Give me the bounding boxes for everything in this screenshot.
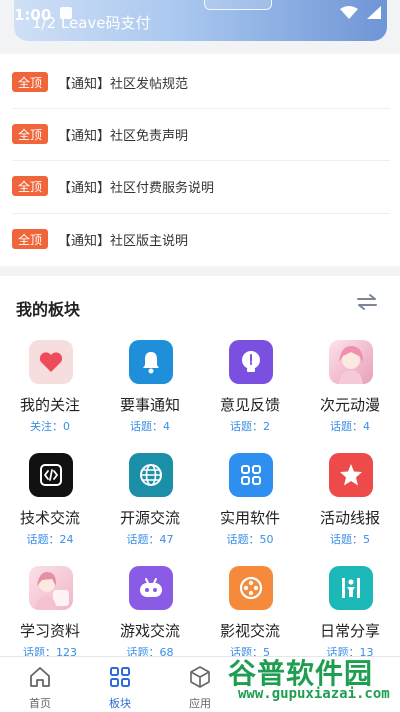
notice-title: 【通知】社区付费服务说明	[58, 180, 215, 196]
board-count: 话题：4	[130, 420, 170, 433]
grid-icon	[110, 667, 130, 687]
notice-list: 全顶 【通知】社区发帖规范 全顶 【通知】社区免责声明 全顶 【通知】社区付费服…	[0, 54, 400, 266]
signal-icon	[367, 6, 381, 19]
pinned-badge: 全顶	[12, 229, 48, 249]
anime-study-icon	[29, 566, 73, 610]
gamepad-icon	[129, 566, 173, 610]
board-tile-opensource[interactable]: 开源交流 话题：47	[102, 443, 198, 553]
nav-label: 应用	[189, 697, 211, 710]
nav-label: 板块	[109, 697, 131, 710]
board-count: 话题：50	[226, 533, 274, 546]
notice-item[interactable]: 全顶 【通知】社区版主说明	[12, 213, 390, 265]
watermark: 谷普软件园 www.gupuxiazai.com	[224, 652, 400, 710]
home-icon	[30, 667, 50, 687]
board-name: 我的关注	[19, 396, 80, 414]
star-icon	[329, 453, 373, 497]
notice-item[interactable]: 全顶 【通知】社区付费服务说明	[12, 160, 390, 212]
section-title: 我的板块	[16, 300, 81, 319]
lightbulb-icon	[229, 340, 273, 384]
board-name: 活动线报	[319, 509, 380, 527]
notice-title: 【通知】社区发帖规范	[58, 76, 189, 92]
board-name: 意见反馈	[219, 396, 280, 414]
board-name: 要事通知	[119, 396, 180, 414]
swap-icon[interactable]	[355, 292, 379, 312]
notice-title: 【通知】社区版主说明	[58, 233, 189, 249]
anime-girl-icon	[329, 340, 373, 384]
heart-icon	[29, 340, 73, 384]
board-name: 技术交流	[19, 509, 80, 527]
board-name: 学习资料	[19, 622, 80, 640]
nav-apps[interactable]: 应用	[170, 663, 230, 710]
notice-item[interactable]: 全顶 【通知】社区免责声明	[12, 108, 390, 160]
board-tile-feedback[interactable]: 意见反馈 话题：2	[202, 330, 298, 440]
banner-text: 1/2 Leave码支付	[32, 14, 151, 32]
board-tile-anime[interactable]: 次元动漫 话题：4	[302, 330, 398, 440]
board-tile-tech[interactable]: 技术交流 话题：24	[2, 443, 98, 553]
board-tile-notice[interactable]: 要事通知 话题：4	[102, 330, 198, 440]
board-tile-events[interactable]: 活动线报 话题：5	[302, 443, 398, 553]
board-tile-software[interactable]: 实用软件 话题：50	[202, 443, 298, 553]
nav-home[interactable]: 首页	[10, 663, 70, 710]
board-count: 关注：0	[30, 420, 70, 433]
board-count: 话题：4	[330, 420, 370, 433]
board-name: 开源交流	[119, 509, 180, 527]
person-icon	[329, 566, 373, 610]
nav-boards[interactable]: 板块	[90, 663, 150, 710]
film-reel-icon	[229, 566, 273, 610]
globe-icon	[129, 453, 173, 497]
code-icon	[29, 453, 73, 497]
cube-icon	[190, 666, 210, 688]
notice-item[interactable]: 全顶 【通知】社区发帖规范	[12, 56, 390, 108]
board-tile-daily[interactable]: 日常分享 话题：13	[302, 556, 398, 666]
board-tile-follow[interactable]: 我的关注 关注：0	[2, 330, 98, 440]
pinned-badge: 全顶	[12, 124, 48, 144]
board-count: 话题：2	[230, 420, 270, 433]
board-count: 话题：5	[330, 533, 370, 546]
my-boards-section: 我的板块 我的关注 关注：0 要事通知 话题：4 意见反馈 话题：2 次元动漫 …	[0, 276, 400, 666]
pinned-badge: 全顶	[12, 72, 48, 92]
pinned-badge: 全顶	[12, 176, 48, 196]
bell-icon	[129, 340, 173, 384]
board-name: 次元动漫	[319, 396, 380, 414]
board-name: 日常分享	[319, 622, 380, 640]
board-name: 游戏交流	[119, 622, 180, 640]
board-name: 影视交流	[219, 622, 280, 640]
board-name: 实用软件	[219, 509, 280, 527]
board-count: 话题：47	[126, 533, 174, 546]
board-tile-study[interactable]: 学习资料 话题：123	[2, 556, 98, 666]
board-tile-games[interactable]: 游戏交流 话题：68	[102, 556, 198, 666]
nav-label: 首页	[29, 697, 51, 710]
board-tile-film[interactable]: 影视交流 话题：5	[202, 556, 298, 666]
notice-title: 【通知】社区免责声明	[58, 128, 189, 144]
banner-pill	[204, 0, 272, 10]
apps-grid-icon	[229, 453, 273, 497]
board-count: 话题：24	[26, 533, 74, 546]
watermark-url: www.gupuxiazai.com	[238, 686, 390, 702]
wifi-icon	[340, 6, 358, 19]
